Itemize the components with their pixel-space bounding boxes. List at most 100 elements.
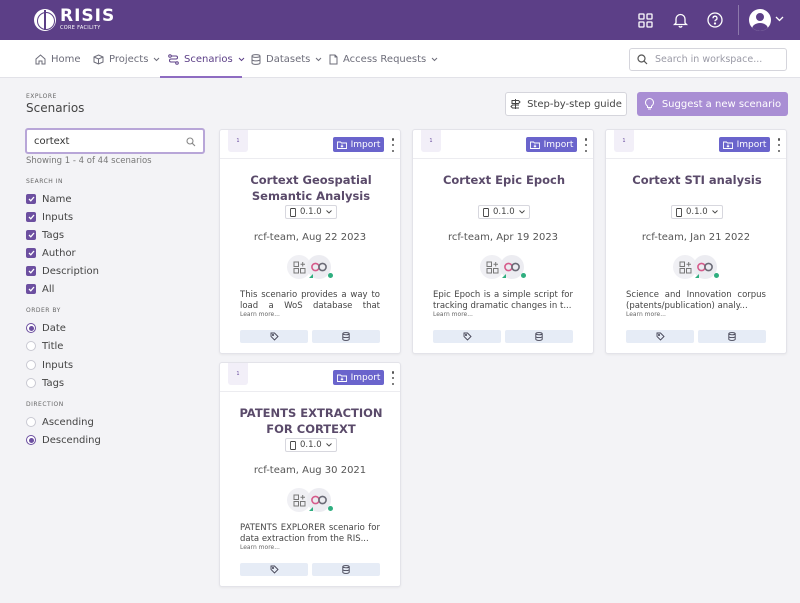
version-select[interactable]: 0.1.0	[285, 438, 337, 452]
apps-grid-icon[interactable]	[635, 10, 655, 30]
result-count: Showing 1 - 4 of 44 scenarios	[26, 156, 152, 166]
nav-projects-label: Projects	[109, 53, 149, 65]
nav-access-requests[interactable]: Access Requests	[329, 40, 438, 78]
nav-scenarios[interactable]: Scenarios	[168, 40, 245, 78]
more-options-icon[interactable]	[391, 371, 395, 385]
version-select[interactable]: 0.1.0	[285, 205, 337, 219]
checkbox-label: Description	[42, 265, 99, 277]
more-options-icon[interactable]	[391, 138, 395, 152]
risis-logo[interactable]: RISIS CORE FACILITY	[34, 8, 115, 31]
import-button[interactable]: Import	[526, 137, 577, 152]
logo-sub-text: CORE FACILITY	[60, 25, 101, 31]
chevron-down-icon[interactable]	[775, 14, 784, 25]
tags-chip[interactable]	[240, 563, 308, 576]
scenario-tools	[480, 254, 530, 280]
radio-order-inputs[interactable]: Inputs	[26, 359, 73, 371]
tags-chip[interactable]	[626, 330, 694, 343]
database-icon	[342, 332, 350, 341]
help-icon[interactable]	[705, 10, 725, 30]
folder-import-icon	[336, 141, 347, 149]
scenario-card[interactable]: 1 Import PATENTS EXTRACTION FOR CORTEXT …	[219, 362, 401, 587]
radio-direction-descending[interactable]: Descending	[26, 434, 101, 446]
checkbox-name[interactable]: Name	[26, 193, 72, 205]
phone-icon	[483, 207, 489, 217]
checkbox-inputs[interactable]: Inputs	[26, 211, 73, 223]
learn-more-link[interactable]: Learn more...	[433, 311, 473, 318]
scenario-card[interactable]: 1 Import Cortext STI analysis 0.1.0 rcf-…	[605, 129, 787, 354]
radio-order-tags[interactable]: Tags	[26, 377, 64, 389]
card-description: This scenario provides a way to load a W…	[240, 290, 380, 311]
card-title[interactable]: PATENTS EXTRACTION FOR CORTEXT	[228, 405, 394, 437]
card-title[interactable]: Cortext Geospatial Semantic Analysis	[228, 172, 394, 204]
import-button[interactable]: Import	[333, 137, 384, 152]
scenario-filter[interactable]	[25, 128, 205, 154]
datasets-chip[interactable]	[312, 330, 380, 343]
datasets-chip[interactable]	[505, 330, 573, 343]
checkbox-all[interactable]: All	[26, 283, 54, 295]
tags-chip[interactable]	[433, 330, 501, 343]
folder-import-icon	[722, 141, 733, 149]
route-icon	[168, 53, 179, 65]
version-label: 0.1.0	[300, 440, 322, 450]
version-label: 0.1.0	[686, 207, 708, 217]
checkbox-checked[interactable]	[26, 248, 36, 258]
search-icon	[637, 54, 648, 65]
bell-icon[interactable]	[670, 10, 690, 30]
checkbox-description[interactable]: Description	[26, 265, 99, 277]
radio-button[interactable]	[26, 341, 36, 351]
radio-button[interactable]	[26, 378, 36, 388]
datasets-chip[interactable]	[698, 330, 766, 343]
nav-projects[interactable]: Projects	[93, 40, 160, 78]
step-by-step-guide-button[interactable]: Step-by-step guide	[505, 92, 627, 116]
import-button[interactable]: Import	[333, 370, 384, 385]
lightbulb-icon	[644, 98, 654, 110]
nav-home[interactable]: Home	[35, 40, 81, 78]
tags-chip[interactable]	[240, 330, 308, 343]
user-avatar[interactable]	[749, 9, 771, 31]
card-title[interactable]: Cortext STI analysis	[614, 172, 780, 188]
status-dot	[714, 273, 719, 278]
workspace-search-input[interactable]	[655, 54, 775, 65]
version-select[interactable]: 0.1.0	[478, 205, 530, 219]
import-button[interactable]: Import	[719, 137, 770, 152]
scenario-filter-input[interactable]	[34, 135, 179, 147]
scenario-tools	[287, 487, 337, 513]
signpost-icon	[510, 99, 521, 109]
radio-button[interactable]	[26, 360, 36, 370]
checkbox-checked[interactable]	[26, 266, 36, 276]
guide-button-label: Step-by-step guide	[527, 98, 622, 110]
checkbox-checked[interactable]	[26, 284, 36, 294]
more-options-icon[interactable]	[584, 138, 588, 152]
top-bar: RISIS CORE FACILITY	[0, 0, 800, 40]
nav-datasets[interactable]: Datasets	[251, 40, 322, 78]
radio-button-selected[interactable]	[26, 323, 36, 333]
scenario-card[interactable]: 1 Import Cortext Geospatial Semantic Ana…	[219, 129, 401, 354]
radio-button-selected[interactable]	[26, 435, 36, 445]
learn-more-link[interactable]: Learn more...	[626, 311, 666, 318]
active-tab-underline	[160, 76, 242, 78]
suggest-scenario-button[interactable]: Suggest a new scenario	[637, 92, 788, 116]
radio-order-date[interactable]: Date	[26, 322, 66, 334]
radio-label: Inputs	[42, 359, 74, 371]
database-icon	[728, 332, 736, 341]
chevron-down-icon	[154, 57, 160, 61]
radio-order-title[interactable]: Title	[26, 340, 63, 352]
more-options-icon[interactable]	[777, 138, 781, 152]
scenario-card[interactable]: 1 Import Cortext Epic Epoch 0.1.0 rcf-te…	[412, 129, 594, 354]
document-icon	[329, 54, 338, 64]
checkbox-checked[interactable]	[26, 194, 36, 204]
radio-direction-ascending[interactable]: Ascending	[26, 416, 94, 428]
search-in-label: SEARCH IN	[26, 178, 63, 185]
learn-more-link[interactable]: Learn more...	[240, 544, 280, 551]
checkbox-checked[interactable]	[26, 230, 36, 240]
workspace-search[interactable]	[629, 48, 787, 71]
learn-more-link[interactable]: Learn more...	[240, 311, 280, 318]
search-icon[interactable]	[186, 137, 196, 147]
version-select[interactable]: 0.1.0	[671, 205, 723, 219]
checkbox-tags[interactable]: Tags	[26, 229, 64, 241]
checkbox-author[interactable]: Author	[26, 247, 76, 259]
radio-button[interactable]	[26, 417, 36, 427]
checkbox-checked[interactable]	[26, 212, 36, 222]
card-title[interactable]: Cortext Epic Epoch	[421, 172, 587, 188]
datasets-chip[interactable]	[312, 563, 380, 576]
